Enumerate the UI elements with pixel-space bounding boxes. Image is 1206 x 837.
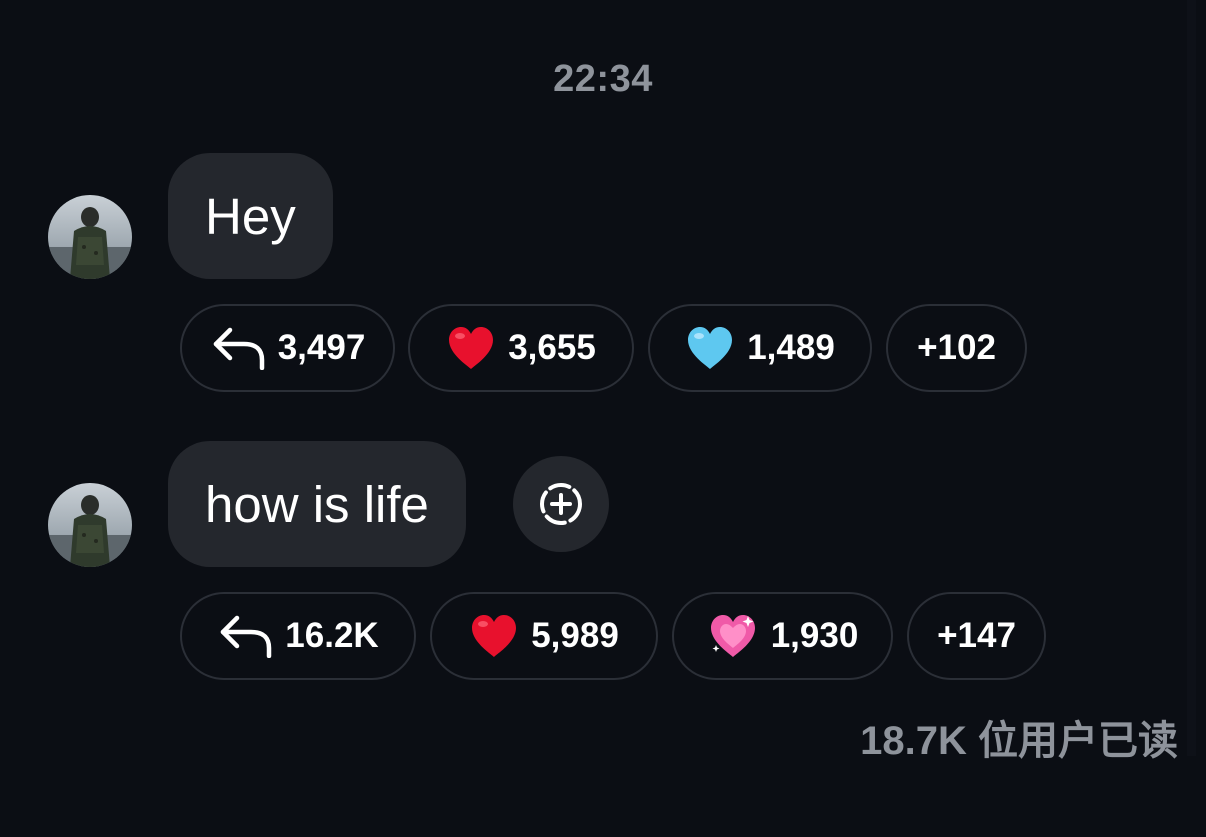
reaction-count: 3,655 <box>508 328 596 367</box>
more-reactions-chip[interactable]: +147 <box>907 592 1046 680</box>
reaction-count: 1,930 <box>770 616 859 655</box>
avatar[interactable] <box>48 483 132 567</box>
add-reaction-icon <box>537 480 585 528</box>
reaction-chip[interactable]: 3,655 <box>408 304 634 392</box>
more-reactions-chip[interactable]: +102 <box>886 304 1027 392</box>
more-reactions-count: +147 <box>937 616 1016 655</box>
avatar[interactable] <box>48 195 132 279</box>
reaction-count: 1,489 <box>747 328 835 367</box>
reply-arrow-icon <box>210 326 266 370</box>
read-receipt[interactable]: 18.7K 位用户已读 <box>860 708 1178 766</box>
light-blue-heart-icon <box>685 325 735 371</box>
reply-count-chip[interactable]: 3,497 <box>180 304 395 392</box>
more-reactions-count: +102 <box>917 328 996 367</box>
message-bubble[interactable]: Hey <box>168 153 333 279</box>
reaction-chip[interactable]: 5,989 <box>430 592 658 680</box>
message-text: how is life <box>205 475 429 533</box>
reply-count: 3,497 <box>277 328 366 367</box>
reaction-chip[interactable]: 1,930 <box>672 592 893 680</box>
message-timestamp: 22:34 <box>553 58 653 100</box>
sparkling-pink-heart-icon <box>707 612 759 660</box>
reply-count-chip[interactable]: 16.2K <box>180 592 416 680</box>
right-edge-divider <box>1187 0 1196 756</box>
red-heart-icon <box>446 325 496 371</box>
reaction-count: 5,989 <box>531 616 619 655</box>
reaction-chip[interactable]: 1,489 <box>648 304 872 392</box>
message-bubble[interactable]: how is life <box>168 441 466 567</box>
red-heart-icon <box>469 613 519 659</box>
add-reaction-button[interactable] <box>513 456 609 552</box>
message-text: Hey <box>205 187 296 245</box>
reply-arrow-icon <box>217 614 273 658</box>
reply-count: 16.2K <box>285 616 379 655</box>
